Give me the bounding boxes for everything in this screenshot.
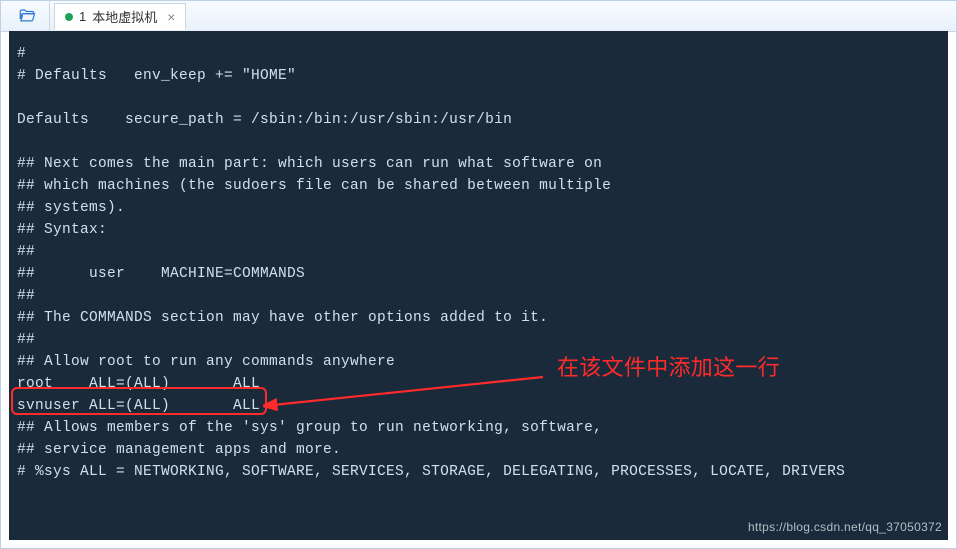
- app-window: 1 本地虚拟机 × # # Defaults env_keep += "HOME…: [0, 0, 957, 549]
- tab-index: 1: [79, 9, 86, 24]
- close-icon[interactable]: ×: [167, 10, 175, 24]
- terminal-content: # # Defaults env_keep += "HOME" Defaults…: [17, 43, 940, 483]
- folder-open-icon: [18, 7, 36, 25]
- watermark: https://blog.csdn.net/qq_37050372: [748, 516, 942, 538]
- tab-local-vm[interactable]: 1 本地虚拟机 ×: [54, 3, 186, 30]
- open-folder-button[interactable]: [5, 1, 50, 31]
- tab-title: 本地虚拟机: [92, 7, 157, 26]
- status-dot-icon: [65, 13, 73, 21]
- terminal-viewport[interactable]: # # Defaults env_keep += "HOME" Defaults…: [9, 31, 948, 540]
- tab-bar: 1 本地虚拟机 ×: [1, 1, 956, 32]
